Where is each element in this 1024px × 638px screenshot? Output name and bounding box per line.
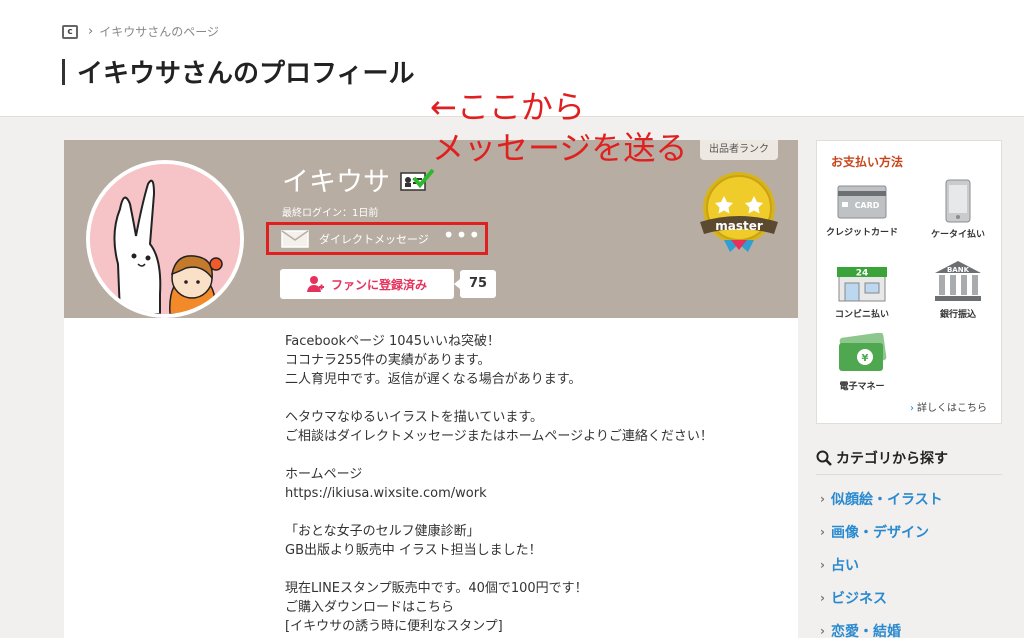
bio-line	[285, 503, 713, 522]
e-money-icon: ¥	[839, 333, 887, 371]
title-bar	[62, 58, 65, 85]
username: イキウサ	[282, 160, 434, 199]
last-login: 最終ログイン：1日前	[282, 208, 379, 219]
category-heading: カテゴリから探す	[816, 448, 1002, 475]
svg-text:BANK: BANK	[947, 266, 970, 274]
bio-line: GB出版より販売中 イラスト担当しました！	[285, 543, 542, 558]
direct-message-button[interactable]: ダイレクトメッセージ •••	[266, 222, 488, 255]
credit-card-icon: CARD	[837, 185, 887, 219]
mail-icon	[281, 229, 309, 248]
annotation-text: メッセージを送る	[432, 129, 688, 167]
category-heading-text: カテゴリから探す	[836, 451, 948, 467]
payment-convenience-store: 24 コンビニ払い	[817, 263, 907, 320]
person-icon	[306, 276, 324, 292]
bank-label: 銀行振込	[939, 310, 976, 320]
credit-card-label: クレジットカード	[825, 228, 898, 238]
payment-details-link[interactable]: › 詳しくはこちら	[910, 399, 987, 414]
bio-line	[285, 560, 713, 579]
coconala-home-icon[interactable]: c	[62, 24, 78, 39]
profile-bio: Facebookページ 1045いいね突破！ ココナラ255件の実績があります。二…	[285, 332, 713, 636]
svg-text:24: 24	[856, 269, 869, 279]
convenience-store-label: コンビニ払い	[834, 310, 889, 320]
bio-line: [イキウサの誘う時に便利なスタンプ]	[285, 619, 503, 634]
chevron-right-icon: ›	[820, 491, 825, 506]
bio-line: ご購入ダウンロードはこちら	[285, 600, 455, 615]
bank-icon: BANK	[935, 261, 981, 301]
breadcrumb: c › イキウサさんのページ	[62, 23, 219, 40]
payment-bank: BANK 銀行振込	[913, 259, 1003, 320]
profile-header: イキウサ 最終ログイン：1日前 ダイレクトメッセージ ••• ファンに登録済み …	[64, 140, 798, 318]
bio-line: ご相談はダイレクトメッセージまたはホームページよりご連絡ください！	[285, 429, 713, 444]
svg-text:CARD: CARD	[855, 201, 880, 210]
convenience-store-icon: 24	[837, 267, 887, 302]
avatar	[86, 160, 244, 318]
chevron-right-icon: ›	[910, 403, 914, 414]
mobile-label: ケータイ払い	[930, 230, 985, 240]
rabbit-illustration-icon	[90, 164, 240, 314]
search-icon	[816, 450, 832, 466]
category-item[interactable]: › ビジネス	[820, 581, 1002, 614]
bio-line: 「おとな女子のセルフ健康診断」	[285, 524, 480, 539]
mobile-phone-icon	[945, 179, 971, 223]
username-text: イキウサ	[282, 167, 390, 198]
page-title: イキウサさんのプロフィール	[62, 53, 414, 90]
chevron-right-icon: ›	[820, 524, 825, 539]
bio-line: Facebookページ 1045いいね突破！	[285, 334, 501, 349]
fan-registered-button[interactable]: ファンに登録済み	[280, 269, 454, 299]
seller-rank-label: 出品者ランク	[700, 140, 778, 160]
fan-count: 75	[454, 270, 496, 298]
category-list: › 似顔絵・イラスト › 画像・デザイン › 占い › ビジネス › 恋愛・結婚	[820, 482, 1002, 638]
payment-mobile: ケータイ払い	[913, 179, 1003, 240]
master-rank-badge-icon: master	[700, 172, 778, 252]
breadcrumb-current: イキウサさんのページ	[99, 25, 219, 39]
bio-line: 現在LINEスタンプ販売中です。40個で100円です！	[285, 581, 588, 596]
bio-line	[285, 446, 713, 465]
more-options-icon[interactable]: •••	[443, 225, 481, 248]
bio-line: https://ikiusa.wixsite.com/work	[285, 486, 487, 501]
e-money-label: 電子マネー	[839, 382, 885, 392]
category-item[interactable]: › 似顔絵・イラスト	[820, 482, 1002, 515]
category-item-label: 画像・デザイン	[830, 524, 929, 541]
annotation-arrow-text: ←ここから	[430, 88, 585, 126]
payment-e-money: ¥ 電子マネー	[817, 333, 907, 392]
bio-line: ホームページ	[285, 467, 363, 482]
category-item-label: 似顔絵・イラスト	[830, 491, 943, 508]
chevron-right-icon: ›	[820, 623, 825, 638]
svg-text:¥: ¥	[862, 353, 869, 364]
payment-credit-card: CARD クレジットカード	[817, 185, 907, 238]
category-item-label: 恋愛・結婚	[830, 623, 901, 638]
chevron-right-icon: ›	[820, 557, 825, 572]
profile-card: イキウサ 最終ログイン：1日前 ダイレクトメッセージ ••• ファンに登録済み …	[64, 140, 798, 638]
category-item[interactable]: › 占い	[820, 548, 1002, 581]
bio-line: ヘタウマなゆるいイラストを描いています。	[285, 410, 544, 425]
direct-message-label: ダイレクトメッセージ	[319, 232, 429, 246]
fan-button-label: ファンに登録済み	[330, 277, 427, 292]
page-title-text: イキウサさんのプロフィール	[77, 59, 415, 89]
category-item-label: ビジネス	[830, 590, 887, 607]
chevron-right-icon: ›	[88, 24, 94, 39]
payment-title: お支払い方法	[831, 155, 904, 169]
category-item[interactable]: › 画像・デザイン	[820, 515, 1002, 548]
bio-line: 二人育児中です。返信が遅くなる場合があります。	[285, 372, 582, 387]
id-verified-icon	[400, 168, 434, 191]
payment-details-label: 詳しくはこちら	[917, 403, 987, 414]
rank-name: master	[715, 219, 763, 233]
bio-line: ココナラ255件の実績があります。	[285, 353, 491, 368]
category-item[interactable]: › 恋愛・結婚	[820, 614, 1002, 638]
payment-methods-box: お支払い方法 CARD クレジットカード ケータイ払い 24 コンビニ払い BA…	[816, 140, 1002, 424]
chevron-right-icon: ›	[820, 590, 825, 605]
bio-line	[285, 389, 713, 408]
category-item-label: 占い	[830, 557, 859, 574]
